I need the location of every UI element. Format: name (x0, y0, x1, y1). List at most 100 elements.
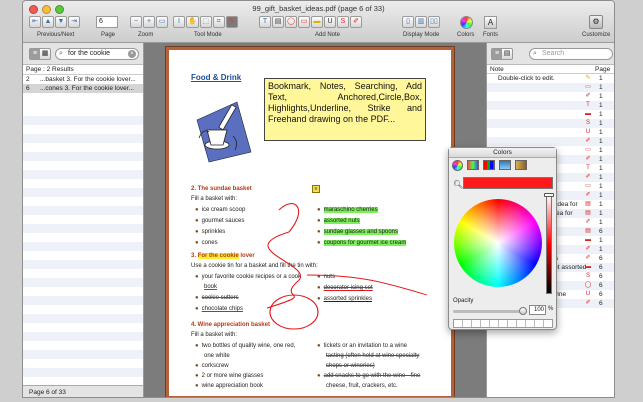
crayons-tab-icon[interactable] (515, 160, 527, 170)
selected-color-swatch[interactable] (463, 177, 553, 189)
add-strike-button[interactable]: S (337, 16, 349, 28)
notes-search-input[interactable]: Search (542, 50, 564, 57)
note-row[interactable]: ✐ 1 (487, 137, 614, 146)
custom-swatches[interactable] (453, 319, 553, 328)
previous-page-button[interactable]: ▲ (42, 16, 54, 28)
opacity-value-field[interactable]: 100 (529, 305, 546, 315)
zoom-in-button[interactable]: + (143, 16, 155, 28)
pdf-page[interactable]: Food & Drink Bookmark, Notes, Searching,… (166, 47, 454, 397)
note-type-icon: U (585, 129, 591, 135)
note-type-icon: ✐ (585, 138, 591, 144)
note-page: 1 (599, 183, 603, 190)
note-type-icon: T (586, 102, 590, 108)
list-view-icon[interactable]: ≡ (492, 49, 502, 59)
add-highlight-button[interactable]: ▬ (311, 16, 323, 28)
color-wheel[interactable] (454, 199, 542, 287)
thumbnail-view-icon[interactable]: ▦ (40, 49, 50, 59)
add-underline-button[interactable]: U (324, 16, 336, 28)
two-page-button[interactable]: ▯▯ (428, 16, 440, 28)
zoom-out-button[interactable]: − (130, 16, 142, 28)
magnifier-icon[interactable]: 🔍︎ (453, 180, 463, 189)
search-field[interactable]: ⌕ for the cookie × (55, 48, 139, 60)
note-page: 1 (599, 201, 603, 208)
list-view-icon[interactable]: ≡ (30, 49, 40, 59)
colors-panel: Colors 🔍︎ Opacity 100 % (448, 147, 557, 330)
search-icon: ⌕ (533, 50, 537, 57)
note-row[interactable]: ▭ 1 (487, 83, 614, 92)
hand-tool[interactable]: ✋ (186, 16, 199, 28)
note-type-icon: ✐ (585, 300, 591, 306)
color-wheel-tab-icon[interactable] (452, 160, 463, 171)
notes-column-header: Note Page (487, 65, 614, 74)
note-row[interactable]: ▬ 1 (487, 110, 614, 119)
result-page: 6 (26, 85, 30, 92)
note-page: 1 (599, 129, 603, 136)
note-text: Double-click to edit. (498, 75, 555, 82)
notes-search-field[interactable]: ⌕ Search (529, 48, 613, 60)
search-result-row[interactable]: 6 ...cones 3. For the cookie lover... (23, 84, 143, 93)
last-page-button[interactable]: ⇥ (68, 16, 80, 28)
add-circle-button[interactable]: ◯ (285, 16, 297, 28)
continuous-button[interactable]: ▥ (415, 16, 427, 28)
brightness-slider-knob[interactable] (544, 193, 554, 197)
single-page-button[interactable]: ▯ (402, 16, 414, 28)
brightness-slider[interactable] (546, 194, 552, 294)
note-type-icon: S (585, 273, 590, 279)
document-view[interactable]: Food & Drink Bookmark, Notes, Searching,… (144, 43, 486, 397)
note-page: 1 (599, 219, 603, 226)
customize-icon[interactable]: ⚙ (589, 15, 603, 29)
draw-tool[interactable]: ✎ (225, 16, 238, 28)
image-palettes-tab-icon[interactable] (499, 160, 511, 170)
note-row[interactable]: S1 (487, 119, 614, 128)
colors-icon[interactable] (460, 16, 473, 29)
palettes-tab-icon[interactable] (483, 160, 495, 170)
fonts-icon[interactable]: A (484, 16, 497, 29)
add-anchored-note-button[interactable]: ▤ (272, 16, 284, 28)
note-type-icon: ▤ (585, 210, 591, 216)
toolbar: 99_gift_basket_ideas.pdf (page 6 of 33) … (23, 1, 614, 43)
notes-view-toggle[interactable]: ≡ ▤ (491, 48, 513, 60)
first-page-button[interactable]: ⇤ (29, 16, 41, 28)
note-page: 6 (599, 291, 603, 298)
sliders-tab-icon[interactable] (467, 160, 479, 170)
add-freehand-button[interactable]: ✐ (350, 16, 362, 28)
note-type-icon: S (585, 120, 590, 126)
clear-search-icon[interactable]: × (128, 50, 136, 58)
note-row[interactable]: T1 (487, 101, 614, 110)
opacity-label: Opacity (453, 298, 474, 304)
note-page: 1 (599, 156, 603, 163)
notes-sidebar-header: ≡ ▤ ⌕ Search (487, 43, 614, 65)
note-type-icon: ▬ (585, 264, 591, 270)
note-type-icon: U (585, 291, 591, 297)
marquee-tool[interactable]: ⌗ (212, 16, 225, 28)
note-page: 1 (599, 102, 603, 109)
detail-view-icon[interactable]: ▤ (502, 49, 512, 59)
note-page: 1 (599, 165, 603, 172)
note-row[interactable]: ✐ 1 (487, 92, 614, 101)
freehand-annotations (266, 203, 428, 330)
freehand-stroke (306, 274, 428, 296)
result-text: ...basket 3. For the cookie lover... (40, 76, 136, 83)
note-row[interactable]: Double-click to edit. ✎ 1 (487, 74, 614, 83)
fit-width-button[interactable]: ▭ (156, 16, 168, 28)
sidebar-view-toggle[interactable]: ≡ ▦ (29, 48, 51, 60)
results-list-background (23, 107, 143, 385)
page-number-field[interactable]: 6 (96, 16, 118, 28)
note-page: 1 (599, 93, 603, 100)
add-box-button[interactable]: ▭ (298, 16, 310, 28)
search-input[interactable]: for the cookie (68, 50, 110, 57)
opacity-slider-knob[interactable] (519, 307, 527, 315)
colors-label: Colors (457, 32, 475, 38)
note-row[interactable]: U1 (487, 128, 614, 137)
text-select-tool[interactable]: I (173, 16, 185, 28)
search-result-row[interactable]: 2 ...basket 3. For the cookie lover... (23, 75, 143, 84)
note-type-icon: ▤ (585, 228, 591, 234)
next-page-button[interactable]: ▼ (55, 16, 67, 28)
note-page: 1 (599, 138, 603, 145)
opacity-slider[interactable] (453, 310, 525, 313)
note-type-icon: ✐ (585, 192, 591, 198)
result-page: 2 (26, 76, 30, 83)
add-note-group: T ▤ ◯ ▭ ▬ U S ✐ (259, 16, 362, 28)
select-tool[interactable]: ⬚ (199, 16, 212, 28)
add-text-note-button[interactable]: T (259, 16, 271, 28)
